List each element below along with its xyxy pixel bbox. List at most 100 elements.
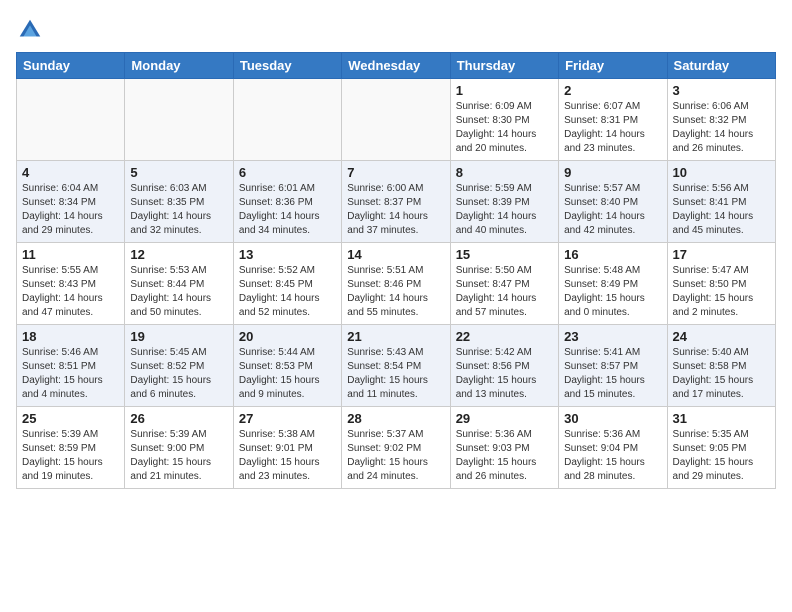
day-number: 23 <box>564 329 661 344</box>
day-info: Sunrise: 5:45 AM Sunset: 8:52 PM Dayligh… <box>130 346 227 402</box>
day-info: Sunrise: 6:09 AM Sunset: 8:30 PM Dayligh… <box>456 100 553 156</box>
calendar-week: 25 Sunrise: 5:39 AM Sunset: 8:59 PM Dayli… <box>17 407 776 489</box>
day-number: 8 <box>456 165 553 180</box>
day-info: Sunrise: 5:39 AM Sunset: 9:00 PM Dayligh… <box>130 428 227 484</box>
calendar-cell: 11 Sunrise: 5:55 AM Sunset: 8:43 PM Dayli… <box>17 243 125 325</box>
day-number: 31 <box>673 411 770 426</box>
weekday-header: Wednesday <box>342 53 450 79</box>
weekday-header: Sunday <box>17 53 125 79</box>
calendar-cell: 3 Sunrise: 6:06 AM Sunset: 8:32 PM Daylig… <box>667 79 775 161</box>
day-info: Sunrise: 5:53 AM Sunset: 8:44 PM Dayligh… <box>130 264 227 320</box>
calendar-cell <box>342 79 450 161</box>
day-info: Sunrise: 5:55 AM Sunset: 8:43 PM Dayligh… <box>22 264 119 320</box>
day-number: 2 <box>564 83 661 98</box>
calendar-cell: 20 Sunrise: 5:44 AM Sunset: 8:53 PM Dayli… <box>233 325 341 407</box>
day-info: Sunrise: 6:06 AM Sunset: 8:32 PM Dayligh… <box>673 100 770 156</box>
day-number: 20 <box>239 329 336 344</box>
calendar-cell: 22 Sunrise: 5:42 AM Sunset: 8:56 PM Dayli… <box>450 325 558 407</box>
day-info: Sunrise: 5:38 AM Sunset: 9:01 PM Dayligh… <box>239 428 336 484</box>
calendar-cell: 4 Sunrise: 6:04 AM Sunset: 8:34 PM Daylig… <box>17 161 125 243</box>
day-info: Sunrise: 5:36 AM Sunset: 9:04 PM Dayligh… <box>564 428 661 484</box>
day-number: 27 <box>239 411 336 426</box>
day-number: 13 <box>239 247 336 262</box>
day-info: Sunrise: 5:41 AM Sunset: 8:57 PM Dayligh… <box>564 346 661 402</box>
day-info: Sunrise: 5:51 AM Sunset: 8:46 PM Dayligh… <box>347 264 444 320</box>
calendar-week: 4 Sunrise: 6:04 AM Sunset: 8:34 PM Daylig… <box>17 161 776 243</box>
calendar-cell <box>125 79 233 161</box>
day-info: Sunrise: 5:36 AM Sunset: 9:03 PM Dayligh… <box>456 428 553 484</box>
day-info: Sunrise: 6:00 AM Sunset: 8:37 PM Dayligh… <box>347 182 444 238</box>
day-number: 19 <box>130 329 227 344</box>
calendar-cell: 27 Sunrise: 5:38 AM Sunset: 9:01 PM Dayli… <box>233 407 341 489</box>
day-info: Sunrise: 5:42 AM Sunset: 8:56 PM Dayligh… <box>456 346 553 402</box>
calendar-cell: 21 Sunrise: 5:43 AM Sunset: 8:54 PM Dayli… <box>342 325 450 407</box>
calendar-cell: 5Sunrise: 6:03 AM Sunset: 8:35 PM Daylig… <box>125 161 233 243</box>
calendar-cell: 7 Sunrise: 6:00 AM Sunset: 8:37 PM Daylig… <box>342 161 450 243</box>
day-info: Sunrise: 5:37 AM Sunset: 9:02 PM Dayligh… <box>347 428 444 484</box>
weekday-header: Tuesday <box>233 53 341 79</box>
day-info: Sunrise: 6:04 AM Sunset: 8:34 PM Dayligh… <box>22 182 119 238</box>
day-number: 9 <box>564 165 661 180</box>
day-number: 15 <box>456 247 553 262</box>
day-number: 30 <box>564 411 661 426</box>
day-number: 29 <box>456 411 553 426</box>
calendar-cell: 18 Sunrise: 5:46 AM Sunset: 8:51 PM Dayli… <box>17 325 125 407</box>
day-info: Sunrise: 5:56 AM Sunset: 8:41 PM Dayligh… <box>673 182 770 238</box>
day-info: Sunrise: 5:40 AM Sunset: 8:58 PM Dayligh… <box>673 346 770 402</box>
calendar-cell: 23 Sunrise: 5:41 AM Sunset: 8:57 PM Dayli… <box>559 325 667 407</box>
header-row: SundayMondayTuesdayWednesdayThursdayFrid… <box>17 53 776 79</box>
day-info: Sunrise: 5:47 AM Sunset: 8:50 PM Dayligh… <box>673 264 770 320</box>
calendar-cell: 26 Sunrise: 5:39 AM Sunset: 9:00 PM Dayli… <box>125 407 233 489</box>
calendar-cell: 1 Sunrise: 6:09 AM Sunset: 8:30 PM Daylig… <box>450 79 558 161</box>
calendar-cell: 28 Sunrise: 5:37 AM Sunset: 9:02 PM Dayli… <box>342 407 450 489</box>
day-number: 28 <box>347 411 444 426</box>
weekday-header: Thursday <box>450 53 558 79</box>
logo <box>16 16 48 44</box>
day-info: Sunrise: 5:35 AM Sunset: 9:05 PM Dayligh… <box>673 428 770 484</box>
day-info: Sunrise: 5:44 AM Sunset: 8:53 PM Dayligh… <box>239 346 336 402</box>
page-header <box>16 16 776 44</box>
day-number: 25 <box>22 411 119 426</box>
day-number: 22 <box>456 329 553 344</box>
day-info: Sunrise: 6:07 AM Sunset: 8:31 PM Dayligh… <box>564 100 661 156</box>
day-number: 4 <box>22 165 119 180</box>
calendar-cell: 15Sunrise: 5:50 AM Sunset: 8:47 PM Dayli… <box>450 243 558 325</box>
day-number: 1 <box>456 83 553 98</box>
day-info: Sunrise: 5:48 AM Sunset: 8:49 PM Dayligh… <box>564 264 661 320</box>
day-number: 7 <box>347 165 444 180</box>
calendar-cell: 9Sunrise: 5:57 AM Sunset: 8:40 PM Daylig… <box>559 161 667 243</box>
calendar-week: 11 Sunrise: 5:55 AM Sunset: 8:43 PM Dayli… <box>17 243 776 325</box>
calendar-cell: 13 Sunrise: 5:52 AM Sunset: 8:45 PM Dayli… <box>233 243 341 325</box>
calendar-cell: 31 Sunrise: 5:35 AM Sunset: 9:05 PM Dayli… <box>667 407 775 489</box>
weekday-header: Friday <box>559 53 667 79</box>
calendar-cell <box>233 79 341 161</box>
calendar-cell: 16 Sunrise: 5:48 AM Sunset: 8:49 PM Dayli… <box>559 243 667 325</box>
day-info: Sunrise: 5:46 AM Sunset: 8:51 PM Dayligh… <box>22 346 119 402</box>
day-number: 16 <box>564 247 661 262</box>
day-info: Sunrise: 5:39 AM Sunset: 8:59 PM Dayligh… <box>22 428 119 484</box>
calendar-cell: 19 Sunrise: 5:45 AM Sunset: 8:52 PM Dayli… <box>125 325 233 407</box>
calendar-cell: 10Sunrise: 5:56 AM Sunset: 8:41 PM Dayli… <box>667 161 775 243</box>
calendar-cell: 14Sunrise: 5:51 AM Sunset: 8:46 PM Dayli… <box>342 243 450 325</box>
calendar-cell <box>17 79 125 161</box>
calendar-cell: 2 Sunrise: 6:07 AM Sunset: 8:31 PM Daylig… <box>559 79 667 161</box>
day-number: 12 <box>130 247 227 262</box>
day-info: Sunrise: 5:43 AM Sunset: 8:54 PM Dayligh… <box>347 346 444 402</box>
day-number: 11 <box>22 247 119 262</box>
calendar-cell: 6Sunrise: 6:01 AM Sunset: 8:36 PM Daylig… <box>233 161 341 243</box>
calendar-week: 18 Sunrise: 5:46 AM Sunset: 8:51 PM Dayli… <box>17 325 776 407</box>
day-number: 26 <box>130 411 227 426</box>
day-number: 5 <box>130 165 227 180</box>
calendar-cell: 17Sunrise: 5:47 AM Sunset: 8:50 PM Dayli… <box>667 243 775 325</box>
calendar-cell: 24 Sunrise: 5:40 AM Sunset: 8:58 PM Dayli… <box>667 325 775 407</box>
calendar-cell: 25 Sunrise: 5:39 AM Sunset: 8:59 PM Dayli… <box>17 407 125 489</box>
day-info: Sunrise: 5:59 AM Sunset: 8:39 PM Dayligh… <box>456 182 553 238</box>
day-info: Sunrise: 5:52 AM Sunset: 8:45 PM Dayligh… <box>239 264 336 320</box>
day-number: 24 <box>673 329 770 344</box>
day-number: 18 <box>22 329 119 344</box>
calendar-week: 1 Sunrise: 6:09 AM Sunset: 8:30 PM Daylig… <box>17 79 776 161</box>
weekday-header: Monday <box>125 53 233 79</box>
calendar-table: SundayMondayTuesdayWednesdayThursdayFrid… <box>16 52 776 489</box>
day-number: 21 <box>347 329 444 344</box>
day-number: 3 <box>673 83 770 98</box>
